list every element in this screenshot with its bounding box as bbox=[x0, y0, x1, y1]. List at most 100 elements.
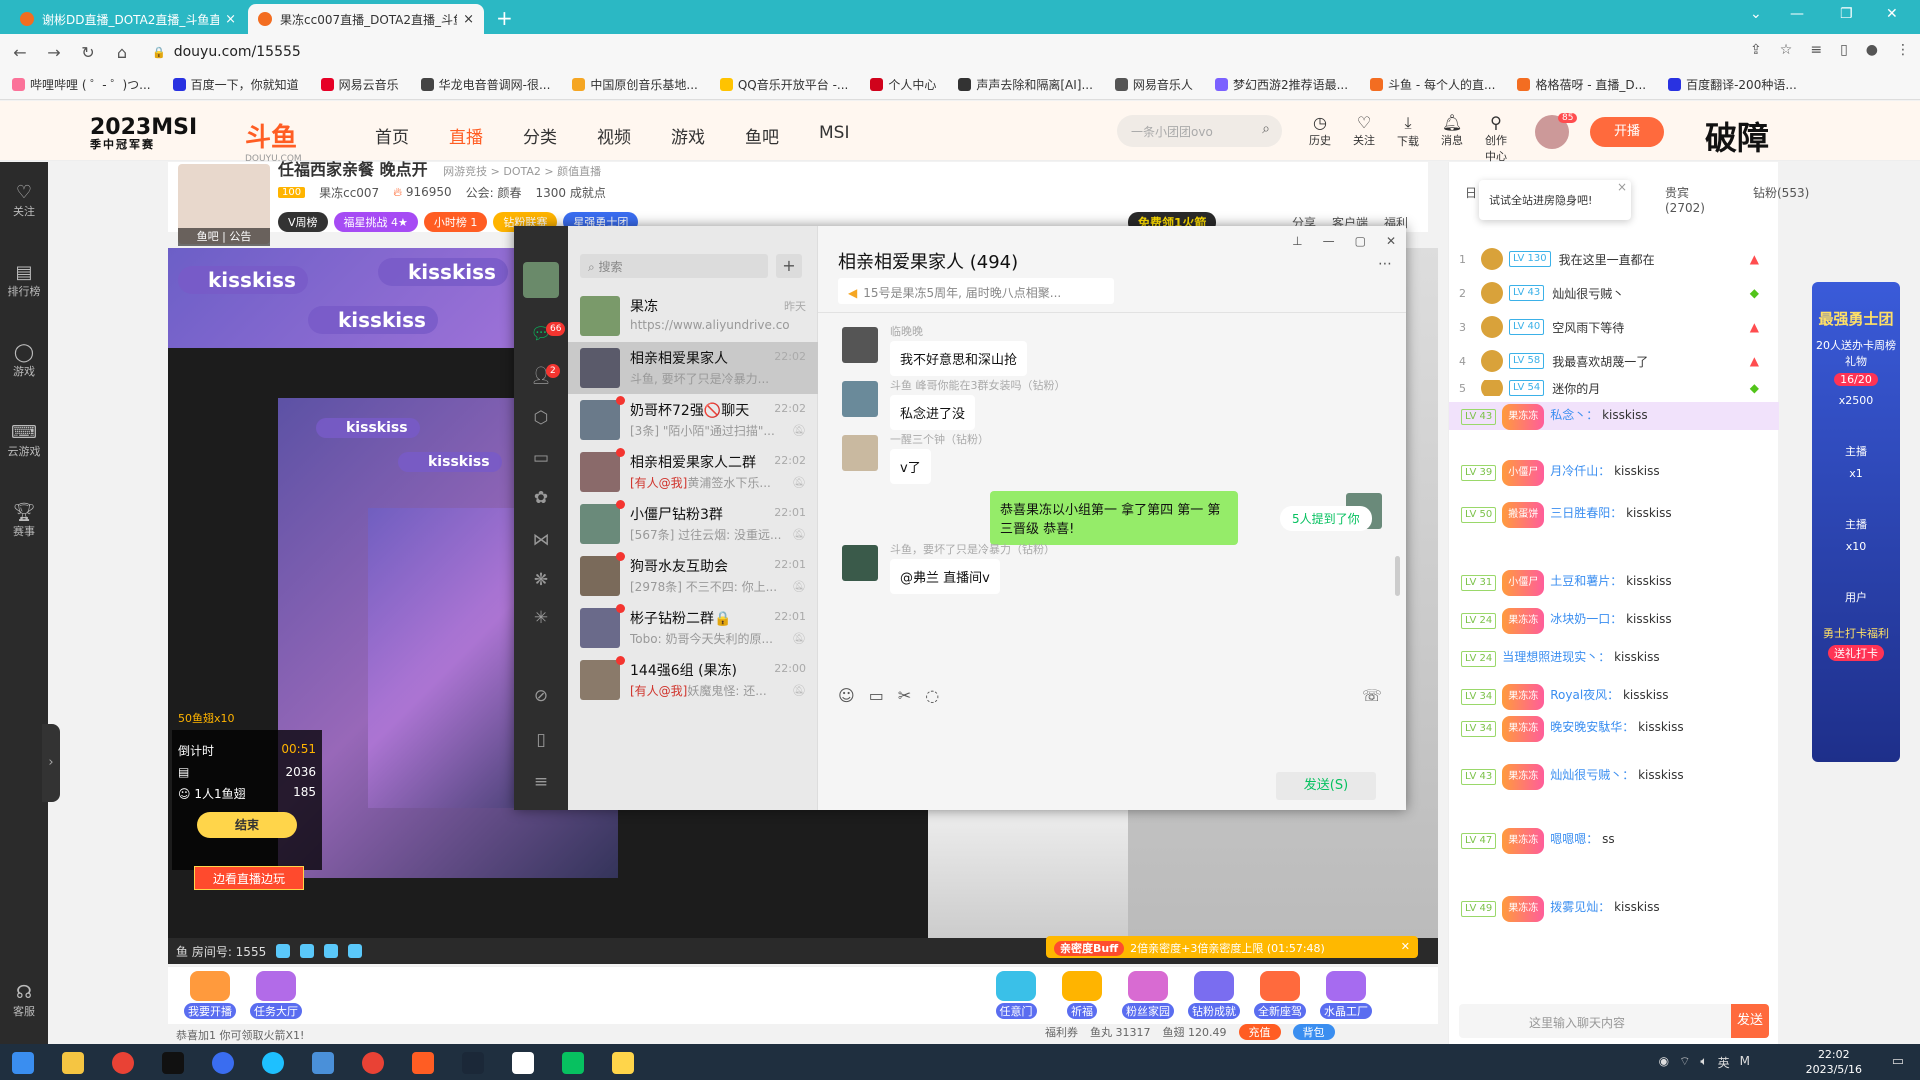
sidebar-item-cloud-game[interactable]: ⌨ 云游戏 bbox=[0, 422, 48, 459]
gift-fan-home[interactable]: 粉丝家园 bbox=[1120, 971, 1176, 1019]
app-icon[interactable] bbox=[262, 1052, 284, 1074]
rank-row[interactable]: 1 LV 130 我在这里一直都在 ▲ bbox=[1459, 244, 1769, 274]
bookmark[interactable]: 声声去除和隔离[AI]... bbox=[958, 76, 1093, 93]
reading-list-icon[interactable]: ≡ bbox=[1810, 42, 1822, 58]
contacts-icon[interactable]: 👤︎ bbox=[514, 366, 568, 386]
danmu-nick[interactable]: Royal夜风： bbox=[1550, 688, 1619, 702]
gift-pray[interactable]: 祈福 bbox=[1054, 971, 1110, 1019]
bookmark[interactable]: 中国原创音乐基地... bbox=[572, 76, 698, 93]
danmu-item[interactable]: LV 50 搬蛋饼 三日胜春阳： kisskiss bbox=[1449, 500, 1779, 528]
input-lang[interactable]: 英 bbox=[1718, 1054, 1730, 1071]
close-icon[interactable]: × bbox=[463, 12, 474, 27]
avatar-footer[interactable]: 鱼吧 | 公告 bbox=[178, 228, 270, 246]
search-input[interactable]: ⌕ 搜索 bbox=[580, 254, 768, 278]
gift-open-stream[interactable]: 我要开播 bbox=[182, 971, 238, 1019]
tab-2[interactable]: 果冻cc007直播_DOTA2直播_斗鱼 × bbox=[248, 4, 484, 34]
bookmark[interactable]: 百度翻译-200种语... bbox=[1668, 76, 1797, 93]
miniprogram-icon[interactable]: ✳ bbox=[514, 608, 568, 628]
danmu-nick[interactable]: 拨雾见灿： bbox=[1550, 900, 1610, 914]
avatar[interactable] bbox=[842, 545, 878, 581]
link-icon[interactable]: ⊘ bbox=[514, 686, 568, 706]
close-icon[interactable]: × bbox=[225, 12, 236, 27]
chat-bubble-icon[interactable]: ◌ bbox=[925, 686, 939, 705]
nav-yuba[interactable]: 鱼吧 bbox=[745, 123, 779, 148]
ime-icon[interactable]: M bbox=[1740, 1054, 1750, 1071]
avatar[interactable] bbox=[842, 327, 878, 363]
watch-and-play-button[interactable]: 边看直播边玩 bbox=[194, 866, 304, 890]
bookmark[interactable]: QQ音乐开放平台 -... bbox=[719, 76, 848, 93]
danmu-nick[interactable]: 当理想照进现实丶： bbox=[1502, 650, 1610, 664]
danmu-nick[interactable]: 月冷仟山： bbox=[1550, 464, 1610, 478]
profile-icon[interactable]: ● bbox=[1866, 42, 1878, 58]
rank-row[interactable]: 4 LV 58 我最喜欢胡蔑一了 ▲ bbox=[1459, 346, 1769, 376]
message-bubble[interactable]: 恭喜果冻以小组第一 拿了第四 第一 第三晋级 恭喜! bbox=[990, 491, 1238, 545]
message-bubble[interactable]: 私念进了没 bbox=[890, 395, 976, 430]
share-icon[interactable]: ⇪ bbox=[1750, 42, 1762, 58]
search-icon[interactable]: ❋ bbox=[514, 570, 568, 590]
chat-list-item[interactable]: 果冻 昨天 https://www.aliyundrive.com/... bbox=[568, 290, 818, 342]
end-button[interactable]: 结束 bbox=[197, 812, 297, 838]
danmu-nick[interactable]: 三日胜春阳： bbox=[1550, 506, 1622, 520]
rank-row[interactable]: 2 LV 43 灿灿很亏贼丶 ◆ bbox=[1459, 278, 1769, 308]
room-category[interactable]: 网游竞技 > DOTA2 > 颜值直播 bbox=[443, 165, 601, 178]
danmu-item[interactable]: LV 47 果冻冻 嗯嗯嗯： ss bbox=[1449, 826, 1779, 854]
sidebar-toggle-chevron-icon[interactable]: › bbox=[42, 724, 60, 802]
history-button[interactable]: ◷ 历史 bbox=[1305, 113, 1335, 164]
scrollbar[interactable] bbox=[1395, 556, 1400, 596]
start-stream-button[interactable]: 开播 bbox=[1590, 117, 1664, 147]
clock[interactable]: 22:02 2023/5/16 bbox=[1806, 1047, 1862, 1077]
bookmark[interactable]: 斗鱼 - 每个人的直... bbox=[1370, 76, 1495, 93]
nav-video[interactable]: 视频 bbox=[597, 123, 631, 148]
chrome-icon[interactable] bbox=[112, 1052, 134, 1074]
danmu-nick[interactable]: 嗯嗯嗯： bbox=[1550, 832, 1598, 846]
danmu-item[interactable]: LV 34 果冻冻 Royal夜风： kisskiss bbox=[1449, 682, 1779, 710]
avatar[interactable] bbox=[842, 381, 878, 417]
chevron-down-icon[interactable]: ⌄ bbox=[1750, 6, 1762, 22]
add-icon[interactable]: + bbox=[776, 254, 802, 278]
gift-diamond-achievement[interactable]: 钻粉成就 bbox=[1186, 971, 1242, 1019]
notification-icon[interactable]: ▭ bbox=[1892, 1054, 1904, 1069]
bookmark[interactable]: 网易音乐人 bbox=[1114, 76, 1193, 93]
phone-icon[interactable]: ▯ bbox=[514, 730, 568, 750]
avatar[interactable] bbox=[523, 262, 559, 298]
star-icon[interactable]: ☆ bbox=[1780, 42, 1793, 58]
danmu-nick[interactable]: 灿灿很亏贼丶： bbox=[1550, 768, 1634, 782]
minimize-icon[interactable]: — bbox=[1790, 6, 1804, 22]
chat-list-item[interactable]: 奶哥杯72强🚫聊天 22:02 [3条] "陌小陌"通过扫描"... 🔕︎ bbox=[568, 394, 818, 446]
danmu-nick[interactable]: 私念丶： bbox=[1550, 408, 1598, 422]
wechat-tray-icon[interactable]: ◉ bbox=[1659, 1054, 1669, 1071]
phone-call-icon[interactable]: ☏ bbox=[1362, 686, 1382, 705]
forward-icon[interactable]: → bbox=[40, 43, 68, 62]
group-notice[interactable]: ◀ 15号是果冻5周年, 届时晚八点相聚... bbox=[838, 278, 1114, 304]
emoji-icon[interactable]: ☺ bbox=[838, 686, 855, 705]
folder-icon[interactable]: ▭ bbox=[869, 686, 884, 705]
new-tab-plus-icon[interactable]: + bbox=[496, 6, 513, 30]
sidebar-item-service[interactable]: ☊ 客服 bbox=[0, 982, 48, 1019]
chat-input[interactable]: 这里输入聊天内容 bbox=[1459, 1004, 1769, 1038]
danmu-nick[interactable]: 晚安晚安駄华： bbox=[1550, 720, 1634, 734]
avatar[interactable] bbox=[842, 435, 878, 471]
app-icon[interactable] bbox=[312, 1052, 334, 1074]
tag-hour-rank[interactable]: 小时榜 1 bbox=[423, 212, 488, 232]
mention-pill[interactable]: 5人提到了你 bbox=[1280, 506, 1372, 531]
pin-icon[interactable]: ⊥ bbox=[1292, 234, 1302, 248]
rank-row[interactable]: 3 LV 40 空风雨下等待 ▲ bbox=[1459, 312, 1769, 342]
menu-icon[interactable]: ⋮ bbox=[1896, 42, 1910, 58]
more-icon[interactable]: ⋯ bbox=[1378, 256, 1392, 272]
backpack-button[interactable]: 背包 bbox=[1292, 1024, 1335, 1040]
nav-msi[interactable]: MSI bbox=[819, 123, 849, 148]
tab-diamond[interactable]: 钻粉(553) bbox=[1753, 184, 1809, 201]
bookmark[interactable]: 个人中心 bbox=[870, 76, 936, 93]
bookmark[interactable]: 网易云音乐 bbox=[320, 76, 399, 93]
send-danmu-button[interactable]: 发送 bbox=[1731, 1004, 1769, 1038]
danmu-item[interactable]: LV 24 果冻冻 冰块奶一口： kisskiss bbox=[1449, 606, 1779, 634]
achievements[interactable]: 1300 成就点 bbox=[536, 184, 606, 201]
app-icon[interactable] bbox=[512, 1052, 534, 1074]
file-explorer-icon[interactable] bbox=[62, 1052, 84, 1074]
chat-list-item[interactable]: 小僵尸钻粉3群 22:01 [567条] 过往云烟: 没重远... 🔕︎ bbox=[568, 498, 818, 550]
coupon[interactable]: 福利券 bbox=[1045, 1024, 1078, 1040]
close-icon[interactable]: × bbox=[1617, 180, 1627, 194]
danmu-item[interactable]: LV 43 果冻冻 私念丶： kisskiss bbox=[1449, 402, 1779, 430]
chat-list-item[interactable]: 相亲相爱果家人 22:02 斗鱼, 要坏了只是冷暴力... bbox=[568, 342, 818, 394]
anchor-name[interactable]: 果冻cc007 bbox=[319, 184, 379, 201]
